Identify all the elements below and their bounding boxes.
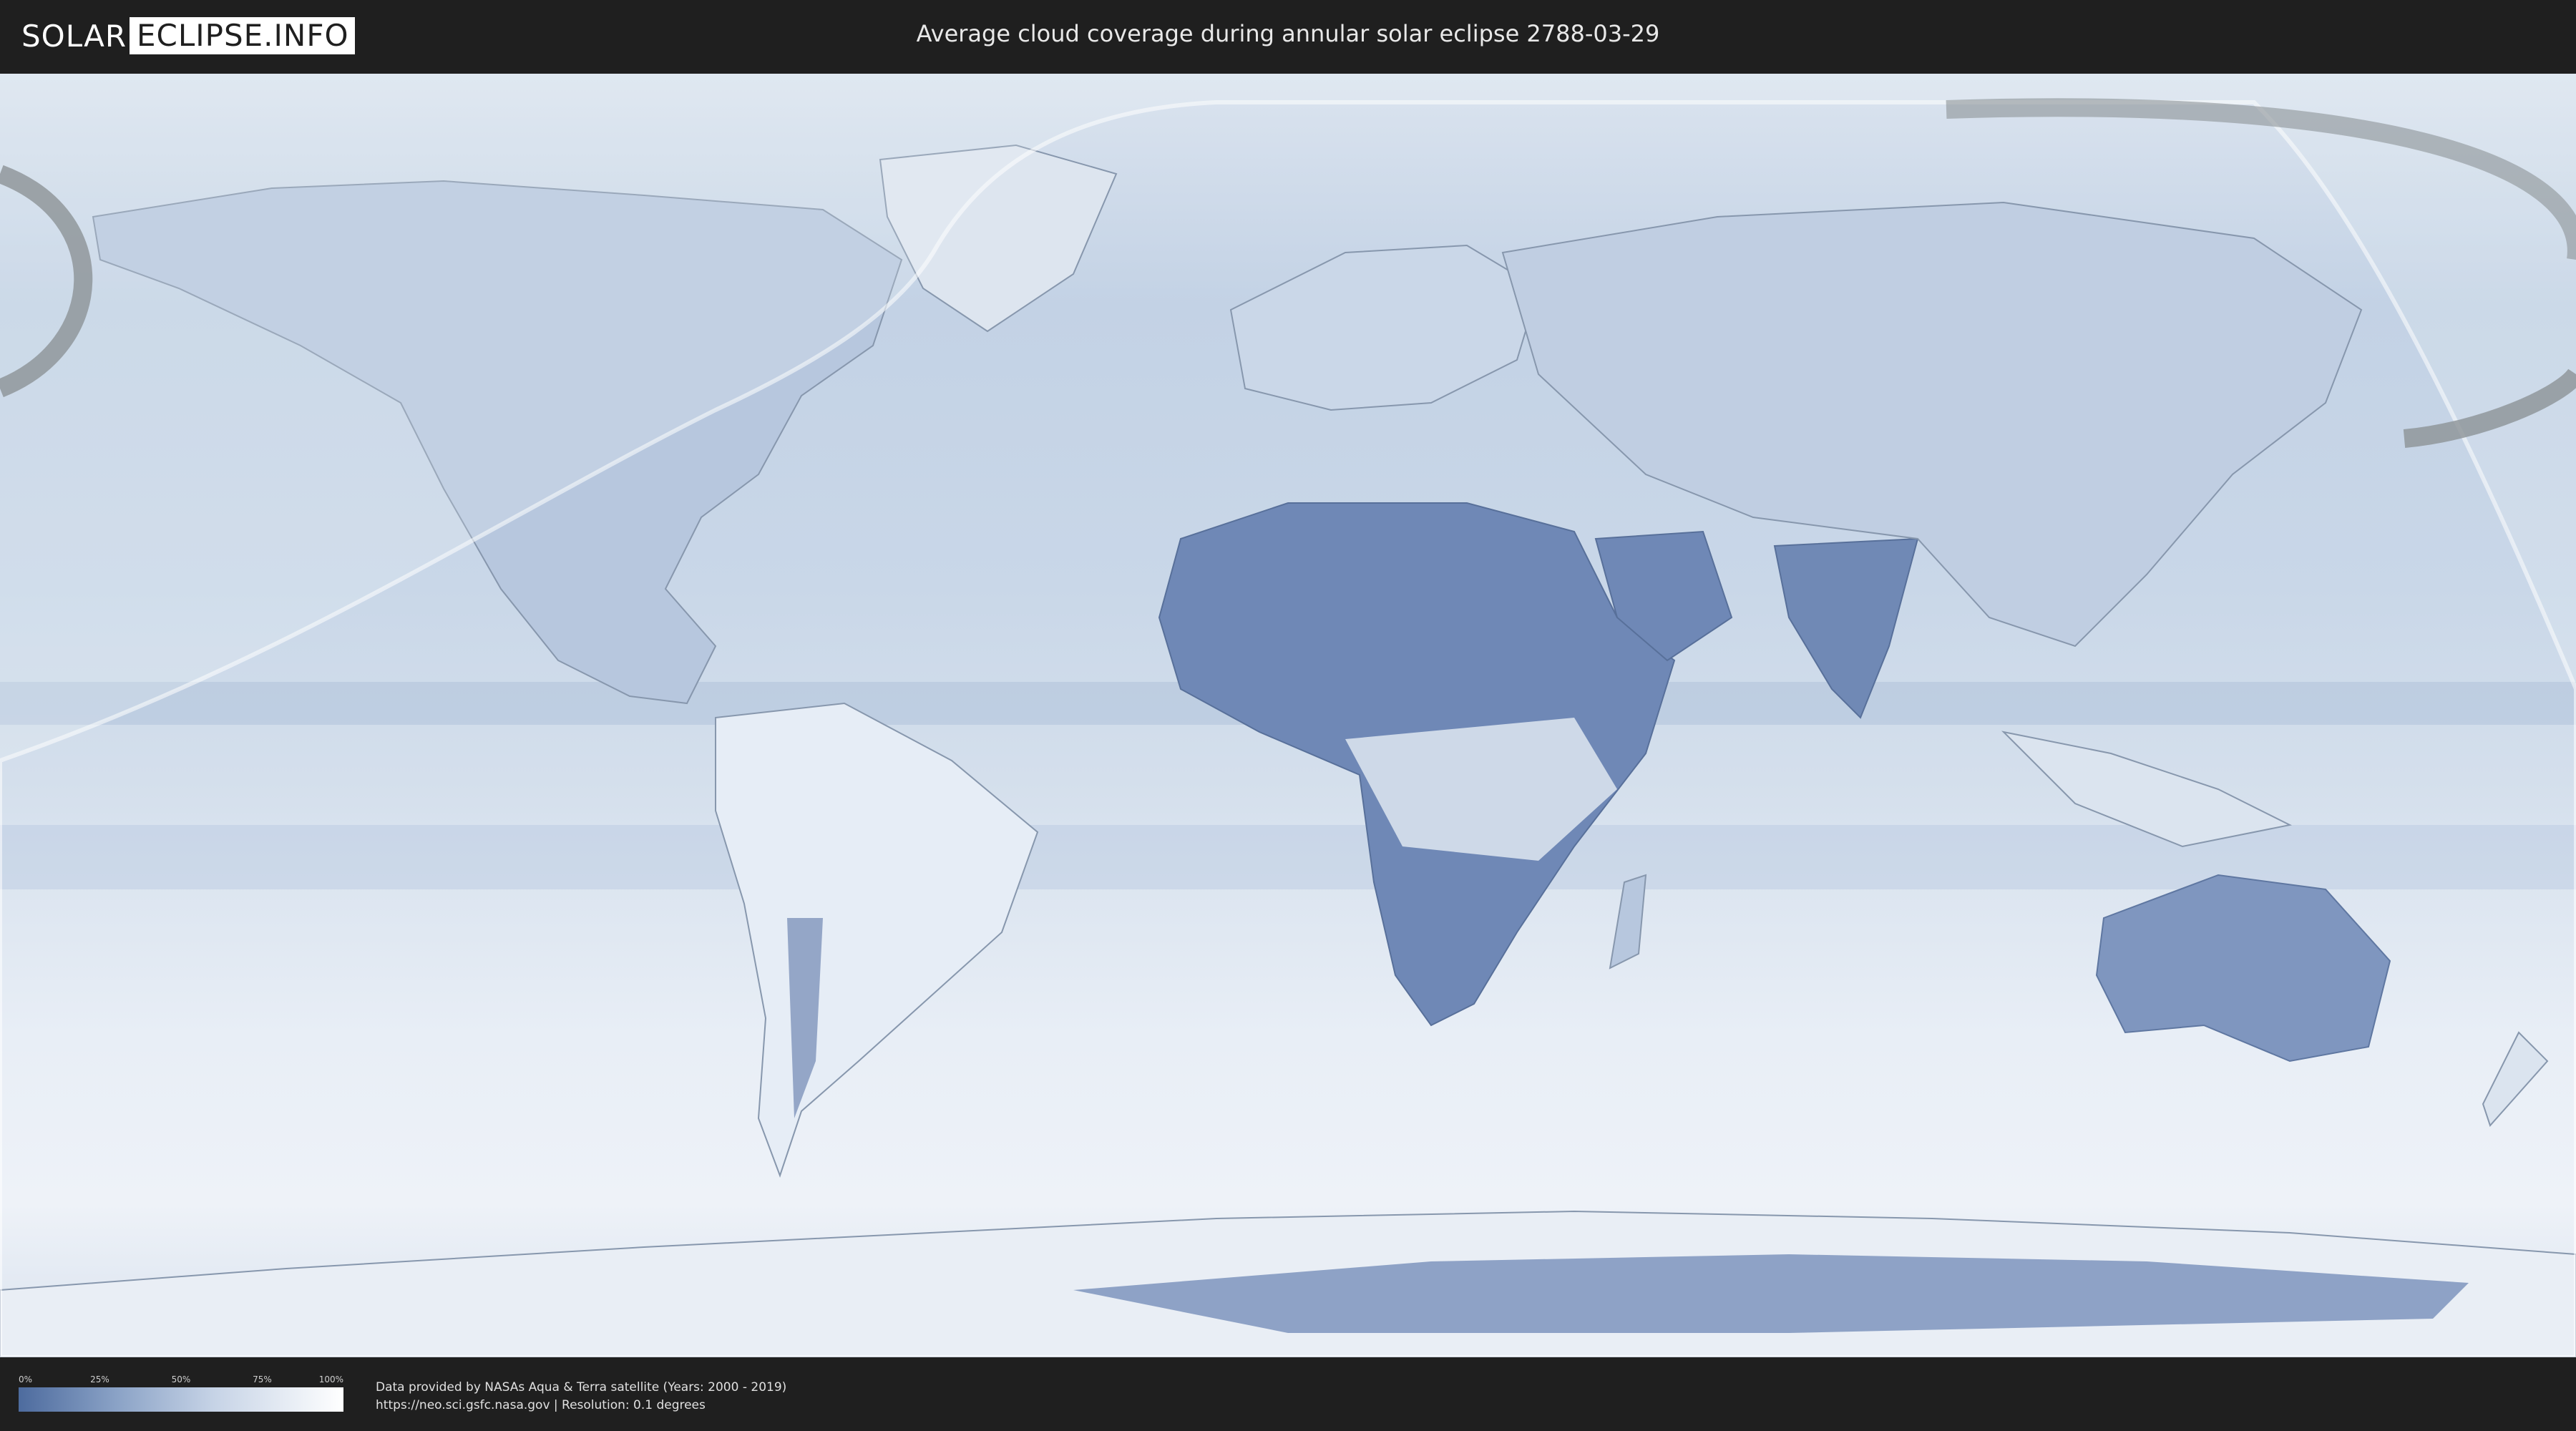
cloud-coverage-map	[0, 74, 2576, 1357]
legend-color-bar	[19, 1387, 343, 1412]
legend-tick-50: 50%	[171, 1374, 191, 1384]
credit-line-source: Data provided by NASAs Aqua & Terra sate…	[376, 1380, 787, 1395]
legend-tick-75: 75%	[253, 1374, 272, 1384]
world-map-svg	[0, 74, 2576, 1357]
legend-ticks: 0% 25% 50% 75% 100%	[19, 1374, 343, 1387]
data-credits: Data provided by NASAs Aqua & Terra sate…	[376, 1379, 786, 1415]
page-title: Average cloud coverage during annular so…	[916, 20, 1660, 47]
legend-tick-0: 0%	[19, 1374, 33, 1384]
header-bar: SOLAR ECLIPSE.INFO Average cloud coverag…	[0, 0, 2576, 72]
legend-tick-100: 100%	[318, 1374, 343, 1384]
footer-bar: 0% 25% 50% 75% 100% Data provided by NAS…	[0, 1357, 2576, 1431]
cloud-coverage-legend: 0% 25% 50% 75% 100%	[19, 1374, 343, 1412]
legend-tick-25: 25%	[90, 1374, 109, 1384]
credit-line-url[interactable]: https://neo.sci.gsfc.nasa.gov | Resoluti…	[376, 1397, 786, 1415]
